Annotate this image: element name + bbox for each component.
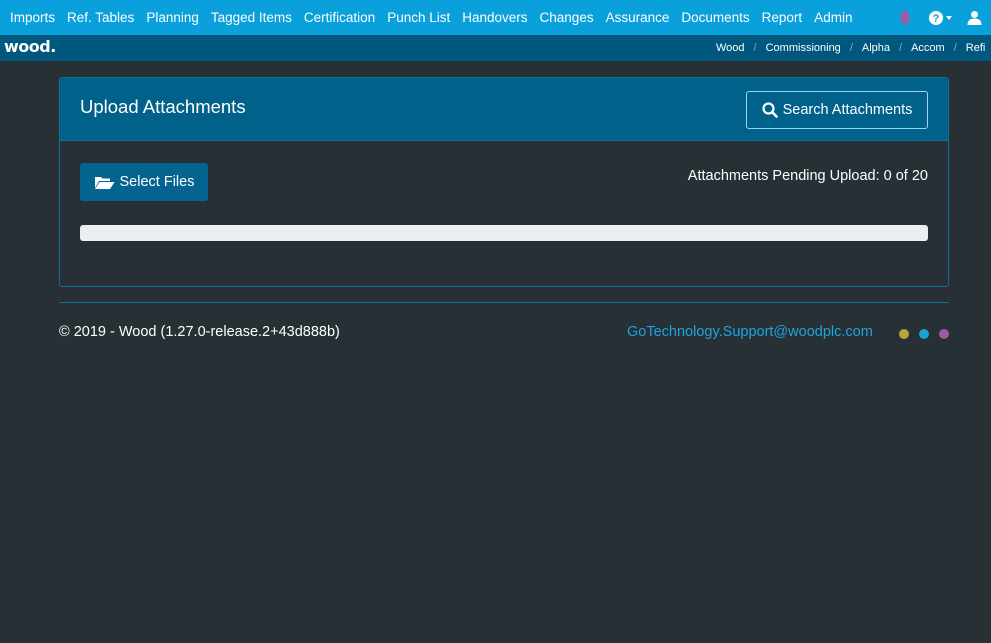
select-files-button[interactable]: Select Files bbox=[80, 163, 208, 201]
nav-tagged-items[interactable]: Tagged Items bbox=[205, 0, 298, 35]
nav-handovers[interactable]: Handovers bbox=[456, 0, 533, 35]
nav-imports[interactable]: Imports bbox=[4, 0, 61, 35]
status-dot-olive bbox=[899, 329, 909, 339]
nav-ref-tables[interactable]: Ref. Tables bbox=[61, 0, 140, 35]
main-menu: Imports Ref. Tables Planning Tagged Item… bbox=[0, 0, 858, 35]
wood-logo[interactable]: wood. bbox=[4, 37, 56, 56]
footer-divider bbox=[59, 302, 949, 303]
breadcrumb-wood[interactable]: Wood bbox=[716, 42, 745, 54]
status-dot-cyan bbox=[919, 329, 929, 339]
breadcrumb-alpha[interactable]: Alpha bbox=[862, 42, 890, 54]
search-attachments-button[interactable]: Search Attachments bbox=[746, 91, 928, 129]
bell-icon[interactable] bbox=[895, 0, 915, 35]
search-attachments-label: Search Attachments bbox=[782, 102, 913, 118]
panel-header: Upload Attachments Search Attachments bbox=[60, 78, 948, 141]
breadcrumb-accom[interactable]: Accom bbox=[911, 42, 945, 54]
nav-report[interactable]: Report bbox=[756, 0, 809, 35]
breadcrumb-separator: / bbox=[753, 42, 757, 54]
breadcrumb-separator: / bbox=[953, 42, 957, 54]
upload-progress-bar bbox=[80, 225, 928, 241]
page-title: Upload Attachments bbox=[80, 96, 246, 117]
select-files-label: Select Files bbox=[119, 174, 195, 190]
footer-copyright: © 2019 - Wood (1.27.0-release.2+43d888b) bbox=[59, 324, 340, 340]
pending-upload-count: Attachments Pending Upload: 0 of 20 bbox=[687, 168, 928, 184]
nav-certification[interactable]: Certification bbox=[298, 0, 381, 35]
support-email-link[interactable]: GoTechnology.Support@woodplc.com bbox=[627, 324, 873, 340]
status-dot-purple bbox=[939, 329, 949, 339]
folder-open-icon bbox=[94, 175, 115, 190]
breadcrumb: Wood / Commissioning / Alpha / Accom / R… bbox=[716, 35, 985, 61]
breadcrumb-refi[interactable]: Refi bbox=[966, 42, 986, 54]
nav-planning[interactable]: Planning bbox=[140, 0, 205, 35]
context-bar: wood. Wood / Commissioning / Alpha / Acc… bbox=[0, 35, 991, 61]
nav-punch-list[interactable]: Punch List bbox=[381, 0, 456, 35]
nav-assurance[interactable]: Assurance bbox=[600, 0, 676, 35]
top-navbar: Imports Ref. Tables Planning Tagged Item… bbox=[0, 0, 991, 35]
breadcrumb-separator: / bbox=[899, 42, 903, 54]
nav-documents[interactable]: Documents bbox=[675, 0, 755, 35]
nav-right-icons: ? bbox=[895, 0, 991, 35]
upload-attachments-panel: Upload Attachments Search Attachments Se… bbox=[59, 77, 949, 287]
breadcrumb-separator: / bbox=[849, 42, 853, 54]
search-icon bbox=[762, 102, 778, 118]
user-icon[interactable] bbox=[965, 0, 983, 35]
breadcrumb-commissioning[interactable]: Commissioning bbox=[766, 42, 841, 54]
svg-text:?: ? bbox=[933, 13, 940, 25]
nav-changes[interactable]: Changes bbox=[534, 0, 600, 35]
question-circle-icon[interactable]: ? bbox=[927, 0, 955, 35]
nav-admin[interactable]: Admin bbox=[808, 0, 858, 35]
